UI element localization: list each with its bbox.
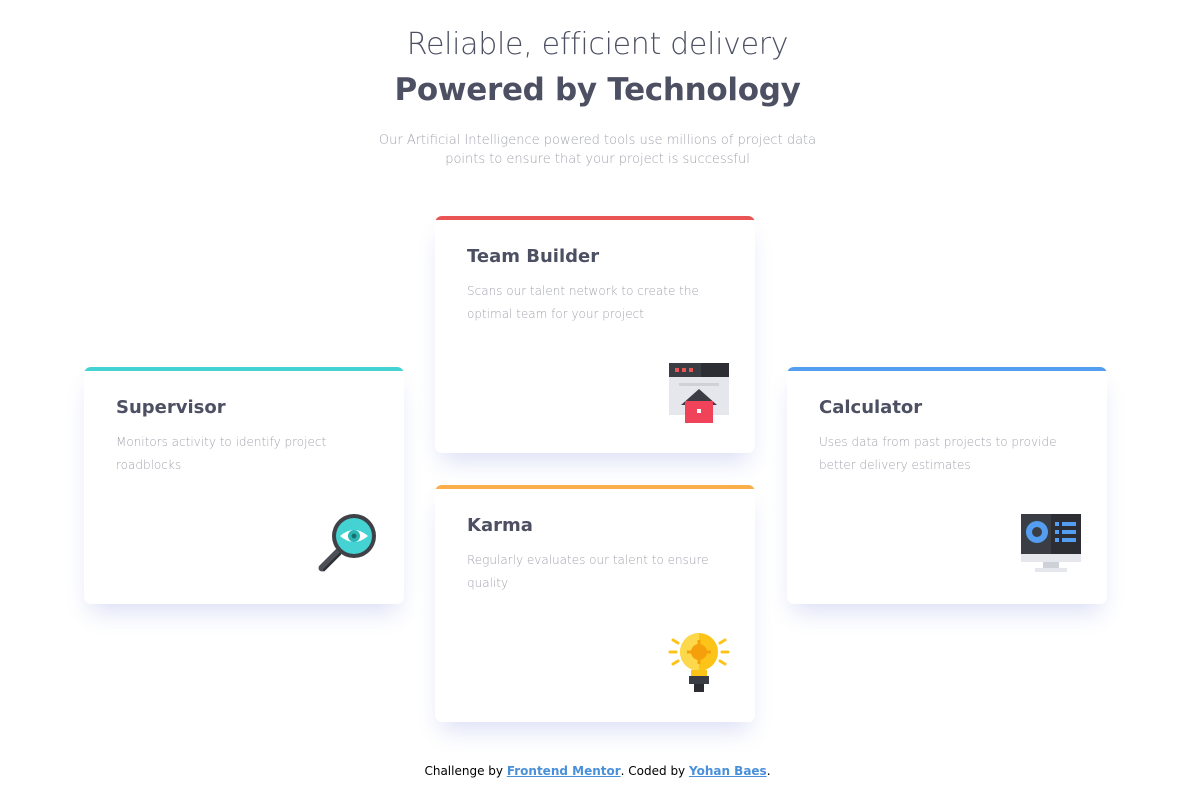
card-supervisor: Supervisor Monitors activity to identify… <box>84 367 404 604</box>
attribution-prefix: Challenge by <box>424 764 507 778</box>
browser-house-icon <box>669 363 729 423</box>
frontend-mentor-link[interactable]: Frontend Mentor <box>507 764 621 778</box>
magnifier-eye-icon <box>318 514 376 572</box>
card-text: Uses data from past projects to provide … <box>819 435 1057 472</box>
page-title-bold: Powered by Technology <box>394 72 801 108</box>
attribution: Challenge by Frontend Mentor. Coded by Y… <box>0 764 1195 778</box>
card-karma: Karma Regularly evaluates our talent to … <box>435 485 755 722</box>
card-title: Calculator <box>819 397 923 418</box>
card-team-builder: Team Builder Scans our talent network to… <box>435 216 755 453</box>
attribution-suffix: . <box>766 764 771 778</box>
card-title: Karma <box>467 515 533 536</box>
card-text: Monitors activity to identify project ro… <box>116 435 327 472</box>
card-text: Regularly evaluates our talent to ensure… <box>467 553 709 590</box>
attribution-middle: . Coded by <box>620 764 689 778</box>
page-lead: Our Artificial Intelligence powered tool… <box>378 133 817 167</box>
author-link[interactable]: Yohan Baes <box>689 764 767 778</box>
card-title: Supervisor <box>116 397 226 418</box>
card-text: Scans our talent network to create the o… <box>467 284 699 321</box>
page-title-light: Reliable, efficient delivery <box>406 27 789 62</box>
card-calculator: Calculator Uses data from past projects … <box>787 367 1107 604</box>
monitor-chart-icon <box>1021 514 1081 572</box>
card-title: Team Builder <box>467 246 600 267</box>
lightbulb-icon <box>668 633 730 692</box>
